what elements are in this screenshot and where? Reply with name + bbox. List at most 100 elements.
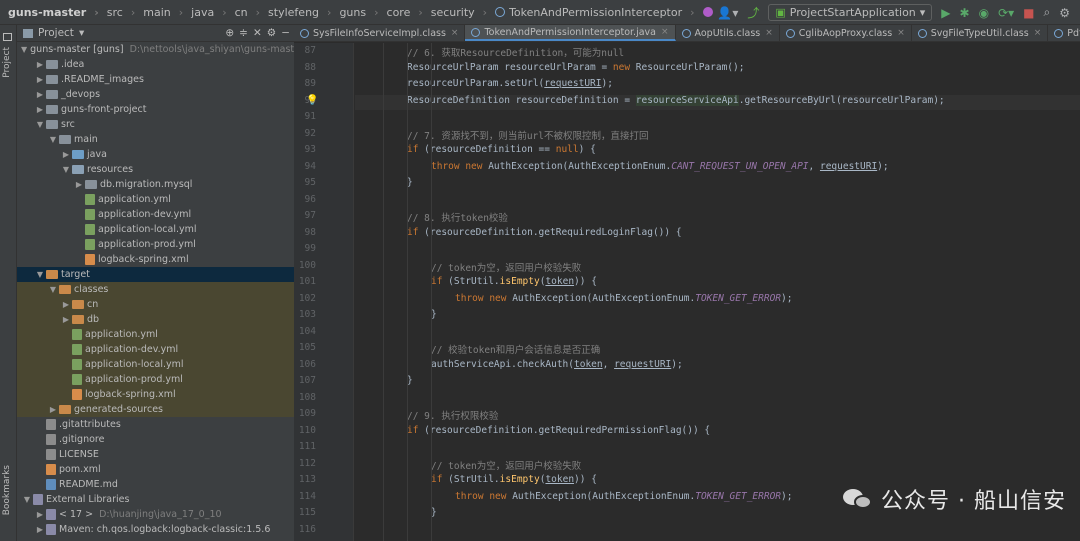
- tree-item[interactable]: ▶ .README_images: [17, 72, 294, 87]
- tree-item[interactable]: README.md: [17, 477, 294, 492]
- tree-item[interactable]: .gitignore: [17, 432, 294, 447]
- tree-item[interactable]: ▶ db.migration.mysql: [17, 177, 294, 192]
- chevron-down-icon[interactable]: ▼: [60, 165, 72, 174]
- tree-item[interactable]: application-dev.yml: [17, 207, 294, 222]
- tree-item[interactable]: ▶ < 17 > D:\huanjing\java_17_0_10: [17, 507, 294, 522]
- search-icon[interactable]: ⌕: [1044, 5, 1051, 20]
- breadcrumb-item[interactable]: guns-master ›: [0, 6, 99, 19]
- tree-item[interactable]: ▼ External Libraries: [17, 492, 294, 507]
- breadcrumb-item[interactable]: security ›: [423, 6, 487, 19]
- project-tool-label[interactable]: Project: [2, 47, 12, 78]
- tree-item[interactable]: ▶ Maven: ch.qos.logback:logback-classic:1…: [17, 522, 294, 537]
- tree-item[interactable]: application-dev.yml: [17, 342, 294, 357]
- editor-tab[interactable]: Pdf: [1048, 25, 1080, 41]
- close-icon[interactable]: ×: [661, 27, 669, 37]
- tree-item[interactable]: ▶ db: [17, 312, 294, 327]
- code-token: // token为空，返回用户校验失败: [431, 262, 582, 274]
- editor-tab[interactable]: TokenAndPermissionInterceptor.java ×: [465, 25, 676, 41]
- tree-item[interactable]: ▼ src: [17, 117, 294, 132]
- tree-item[interactable]: ▶ generated-sources: [17, 402, 294, 417]
- chevron-down-icon[interactable]: ▼: [47, 285, 59, 294]
- tree-item[interactable]: ▶ java: [17, 147, 294, 162]
- breadcrumb-item[interactable]: guns ›: [331, 6, 378, 19]
- tree-item[interactable]: ▼ target: [17, 267, 294, 282]
- chevron-right-icon[interactable]: ▶: [34, 510, 46, 519]
- tree-item[interactable]: application-local.yml: [17, 357, 294, 372]
- breadcrumb-item[interactable]: main ›: [135, 6, 183, 19]
- chevron-right-icon[interactable]: ▶: [34, 525, 46, 534]
- chevron-right-icon[interactable]: ▶: [34, 105, 46, 114]
- chevron-right-icon[interactable]: ▶: [47, 405, 59, 414]
- chevron-down-icon[interactable]: ▼: [47, 135, 59, 144]
- bookmarks-tool-label[interactable]: Bookmarks: [2, 465, 12, 515]
- tree-item[interactable]: ▼ resources: [17, 162, 294, 177]
- breadcrumb-item[interactable]: cn ›: [227, 6, 260, 19]
- debug-icon[interactable]: ✱: [960, 6, 970, 20]
- tree-item[interactable]: application-prod.yml: [17, 372, 294, 387]
- chevron-right-icon[interactable]: ▶: [60, 315, 72, 324]
- editor-tab[interactable]: CglibAopProxy.class ×: [780, 25, 912, 41]
- coverage-icon[interactable]: ◉: [979, 6, 989, 20]
- vcs-icon[interactable]: ⤴: [747, 4, 759, 21]
- tree-item[interactable]: ▼ guns-master [guns] D:\nettools\java_shiy…: [17, 42, 294, 57]
- tree-item[interactable]: ▶ .idea: [17, 57, 294, 72]
- tree-item[interactable]: application-prod.yml: [17, 237, 294, 252]
- chevron-down-icon[interactable]: ▼: [21, 495, 33, 504]
- tab-label: SvgFileTypeUtil.class: [930, 27, 1029, 39]
- breadcrumb-item[interactable]: java ›: [183, 6, 226, 19]
- tree-item[interactable]: pom.xml: [17, 462, 294, 477]
- lightbulb-icon[interactable]: 💡: [306, 95, 318, 106]
- tree-item[interactable]: logback-spring.xml: [17, 387, 294, 402]
- folder-icon: [72, 165, 84, 174]
- chevron-down-icon[interactable]: ▼: [34, 270, 46, 279]
- chevron-down-icon[interactable]: ▼: [34, 120, 46, 129]
- line-number-gutter: 87 88 89 90 💡 91 92 93 94 95 96 97 98 99 100 101 102 103 1…: [294, 43, 354, 541]
- close-icon[interactable]: ×: [451, 28, 459, 38]
- locate-icon[interactable]: ⊕: [225, 27, 234, 39]
- hide-icon[interactable]: −: [281, 27, 290, 39]
- tree-item[interactable]: application.yml: [17, 327, 294, 342]
- editor-tab[interactable]: AopUtils.class ×: [676, 25, 780, 41]
- project-tool-icon[interactable]: [3, 33, 12, 41]
- close-icon[interactable]: ×: [897, 28, 905, 38]
- tree-item[interactable]: application-local.yml: [17, 222, 294, 237]
- tree-item[interactable]: application.yml: [17, 192, 294, 207]
- chevron-right-icon[interactable]: ▶: [60, 300, 72, 309]
- chevron-right-icon[interactable]: ▶: [60, 150, 72, 159]
- run-icon[interactable]: ▶: [941, 6, 950, 20]
- chevron-right-icon[interactable]: ▶: [34, 75, 46, 84]
- user-icon[interactable]: 👤▾: [717, 6, 738, 20]
- chevron-down-icon[interactable]: ▾: [79, 27, 84, 39]
- breadcrumb-item[interactable]: core ›: [379, 6, 423, 19]
- tree-item[interactable]: LICENSE: [17, 447, 294, 462]
- tree-item[interactable]: ▼ main: [17, 132, 294, 147]
- tree-item[interactable]: logback-spring.xml: [17, 252, 294, 267]
- tree-item[interactable]: .gitattributes: [17, 417, 294, 432]
- code-token: (resourceDefinition.getRequiredLoginFlag…: [418, 226, 682, 238]
- breadcrumb-item[interactable]: stylefeng ›: [260, 6, 331, 19]
- chevron-down-icon[interactable]: ▼: [21, 45, 27, 54]
- collapse-icon[interactable]: ≑: [239, 27, 248, 39]
- tree-item[interactable]: ▼ classes: [17, 282, 294, 297]
- stop-icon[interactable]: ■: [1023, 6, 1034, 20]
- run-config-select[interactable]: ▣ ProjectStartApplication ▾: [768, 4, 933, 21]
- code-area[interactable]: // 6. 获取ResourceDefinition，可能为null Resour…: [355, 43, 1080, 541]
- tree-item[interactable]: ▶ _devops: [17, 87, 294, 102]
- gear-icon[interactable]: ⚙: [1059, 6, 1070, 20]
- gear-icon[interactable]: ⚙: [267, 27, 276, 39]
- breadcrumb-item[interactable]: src ›: [99, 6, 135, 19]
- close-icon[interactable]: ×: [1034, 28, 1042, 38]
- chevron-right-icon[interactable]: ▶: [34, 90, 46, 99]
- expand-icon[interactable]: ✕: [253, 27, 262, 39]
- editor-tab[interactable]: SvgFileTypeUtil.class ×: [912, 25, 1049, 41]
- chevron-right-icon[interactable]: ▶: [73, 180, 85, 189]
- tree-item[interactable]: ▶ cn: [17, 297, 294, 312]
- profile-icon[interactable]: ⟳▾: [998, 6, 1014, 20]
- tree-item[interactable]: ▶ guns-front-project: [17, 102, 294, 117]
- close-icon[interactable]: ×: [765, 28, 773, 38]
- project-view-title[interactable]: Project: [38, 27, 74, 39]
- editor-tab[interactable]: SysFileInfoServiceImpl.class ×: [294, 25, 466, 41]
- line-number: 92: [304, 127, 316, 139]
- chevron-right-icon[interactable]: ▶: [34, 60, 46, 69]
- breadcrumb-item[interactable]: TokenAndPermissionInterceptor ›: [487, 6, 695, 19]
